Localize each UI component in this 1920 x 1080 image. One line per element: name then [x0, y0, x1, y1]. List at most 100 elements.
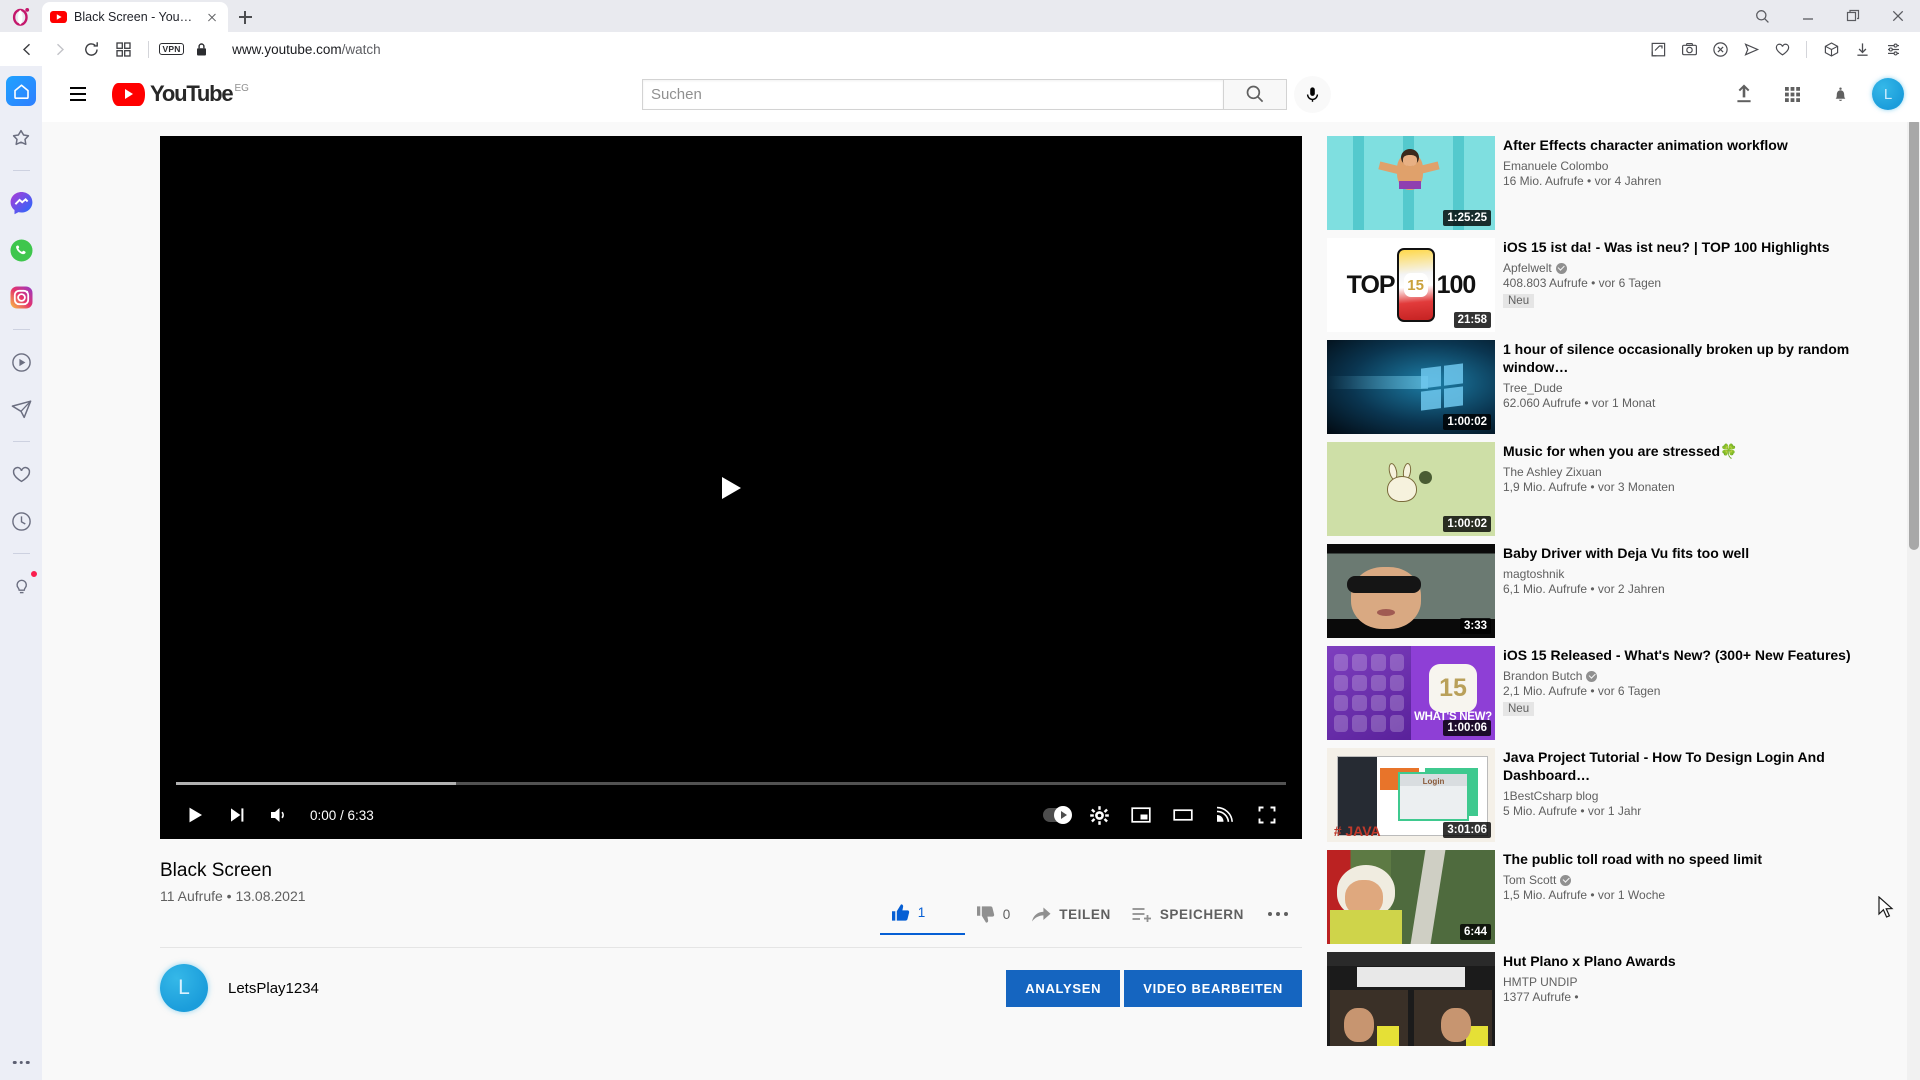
browser-tab[interactable]: Black Screen - YouTube: [42, 2, 228, 32]
sidebar-item-whatsapp[interactable]: [6, 235, 36, 265]
video-title: The public toll road with no speed limit: [1503, 851, 1763, 867]
adblock-shield-icon[interactable]: [1705, 35, 1735, 63]
list-item[interactable]: 1:00:02 1 hour of silence occasionally b…: [1327, 340, 1904, 434]
time-display: 0:00 / 6:33: [310, 807, 374, 823]
video-thumbnail[interactable]: 1:00:02: [1327, 340, 1495, 434]
list-item[interactable]: 3:33 Baby Driver with Deja Vu fits too w…: [1327, 544, 1904, 638]
gear-icon[interactable]: [1078, 794, 1120, 836]
crypto-wallet-icon[interactable]: [1816, 35, 1846, 63]
list-item[interactable]: Login # JAVA 3:01:06 Java Project Tutori…: [1327, 748, 1904, 842]
sidebar-item-instagram[interactable]: [6, 282, 36, 312]
list-item[interactable]: 1:00:02 Music for when you are stressed🍀…: [1327, 442, 1904, 536]
upload-icon[interactable]: [1724, 74, 1764, 114]
sidebar-item-messenger[interactable]: [6, 188, 36, 218]
play-icon[interactable]: [697, 463, 765, 512]
video-thumbnail[interactable]: 1:00:02: [1327, 442, 1495, 536]
tab-title: Black Screen - YouTube: [74, 10, 197, 24]
video-actions: 1 0 TEILEN SPEICHERN: [879, 888, 1302, 935]
restore-icon[interactable]: [1830, 0, 1875, 32]
dislike-button[interactable]: 0: [965, 895, 1021, 933]
duration-badge: 1:25:25: [1443, 210, 1491, 226]
primary-column: 0:00 / 6:33 Black Screen 11 Aufrufe • 13…: [42, 136, 1327, 1080]
back-arrow-icon[interactable]: [12, 35, 42, 63]
sidebar-item-speed-dial[interactable]: [6, 123, 36, 153]
youtube-logo[interactable]: YouTube EG: [112, 82, 249, 106]
like-button[interactable]: 1: [880, 893, 965, 931]
more-actions-button[interactable]: [1254, 895, 1302, 933]
progress-bar[interactable]: [176, 782, 1286, 785]
channel-name: Emanuele Colombo: [1503, 159, 1609, 173]
verified-icon: [1555, 262, 1567, 274]
analytics-button[interactable]: ANALYSEN: [1006, 969, 1121, 1007]
forward-arrow-icon[interactable]: [44, 35, 74, 63]
youtube-content: 0:00 / 6:33 Black Screen 11 Aufrufe • 13…: [42, 122, 1920, 1080]
scrollbar-thumb[interactable]: [1909, 118, 1919, 550]
next-track-button[interactable]: [216, 794, 258, 836]
list-item[interactable]: 6:44 The public toll road with no speed …: [1327, 850, 1904, 944]
sidebar-item-history[interactable]: [6, 506, 36, 536]
channel-avatar[interactable]: L: [160, 964, 208, 1012]
search-button[interactable]: [1222, 78, 1287, 110]
snapshot-icon[interactable]: [1643, 35, 1673, 63]
opera-logo-icon[interactable]: [0, 0, 42, 32]
search-area: [249, 75, 1724, 113]
video-player[interactable]: 0:00 / 6:33: [160, 136, 1302, 839]
search-icon[interactable]: [1740, 0, 1785, 32]
new-tab-button[interactable]: [228, 2, 262, 32]
volume-button[interactable]: [258, 794, 300, 836]
apps-grid-icon[interactable]: [1772, 74, 1812, 114]
video-thumbnail[interactable]: 3:33: [1327, 544, 1495, 638]
video-thumbnail[interactable]: [1327, 952, 1495, 1046]
list-item[interactable]: TOP 15 100 21:58 iOS 15 ist da! - Was is…: [1327, 238, 1904, 332]
duration-badge: 6:44: [1459, 924, 1491, 940]
microphone-icon[interactable]: [1293, 75, 1331, 113]
list-item[interactable]: 15 WHAT'S NEW? 1:00:06 iOS 15 Released -…: [1327, 646, 1904, 740]
close-icon[interactable]: [204, 9, 220, 25]
hamburger-icon[interactable]: [58, 74, 98, 114]
bell-icon[interactable]: [1820, 74, 1860, 114]
easy-setup-icon[interactable]: [1878, 35, 1908, 63]
vpn-badge[interactable]: VPN: [159, 42, 185, 56]
miniplayer-icon[interactable]: [1120, 794, 1162, 836]
camera-icon[interactable]: [1674, 35, 1704, 63]
fullscreen-icon[interactable]: [1246, 794, 1288, 836]
tile-grid-icon[interactable]: [108, 35, 138, 63]
share-button[interactable]: TEILEN: [1020, 895, 1121, 933]
save-label: SPEICHERN: [1159, 906, 1244, 922]
video-thumbnail[interactable]: 1:25:25: [1327, 136, 1495, 230]
theater-mode-icon[interactable]: [1162, 794, 1204, 836]
downloads-icon[interactable]: [1847, 35, 1877, 63]
sidebar-item-tips[interactable]: [6, 570, 38, 601]
channel-name: magtoshnik: [1503, 567, 1565, 581]
video-thumbnail[interactable]: TOP 15 100 21:58: [1327, 238, 1495, 332]
list-item[interactable]: Hut Plano x Plano Awards HMTP UNDIP 1377…: [1327, 952, 1904, 1046]
sidebar-item-player[interactable]: [6, 347, 36, 377]
video-thumbnail[interactable]: 15 WHAT'S NEW? 1:00:06: [1327, 646, 1495, 740]
save-button[interactable]: SPEICHERN: [1121, 895, 1254, 933]
duration-badge: 3:01:06: [1443, 822, 1491, 838]
search-input[interactable]: [641, 78, 1223, 110]
sidebar-item-favorites[interactable]: [6, 459, 36, 489]
reload-icon[interactable]: [76, 35, 106, 63]
list-item[interactable]: 1:25:25 After Effects character animatio…: [1327, 136, 1904, 230]
sidebar-item-home[interactable]: [6, 76, 36, 106]
autoplay-toggle[interactable]: [1036, 794, 1078, 836]
video-thumbnail[interactable]: 6:44: [1327, 850, 1495, 944]
minimize-icon[interactable]: [1785, 0, 1830, 32]
video-thumbnail[interactable]: Login # JAVA 3:01:06: [1327, 748, 1495, 842]
close-icon[interactable]: [1875, 0, 1920, 32]
address-bar[interactable]: www.youtube.com/watch: [218, 42, 1641, 57]
avatar[interactable]: L: [1872, 78, 1904, 110]
padlock-icon[interactable]: [186, 35, 216, 63]
sidebar-item-telegram[interactable]: [6, 394, 36, 424]
page-scrollbar[interactable]: [1907, 66, 1920, 1080]
channel-name[interactable]: LetsPlay1234: [228, 980, 319, 997]
cast-icon[interactable]: [1204, 794, 1246, 836]
page-title: Black Screen: [160, 860, 272, 881]
sidebar-more-button[interactable]: [12, 1060, 30, 1064]
send-to-icon[interactable]: [1736, 35, 1766, 63]
edit-video-button[interactable]: VIDEO BEARBEITEN: [1124, 969, 1302, 1007]
heart-icon[interactable]: [1767, 35, 1797, 63]
video-title: Hut Plano x Plano Awards: [1503, 953, 1676, 969]
play-button[interactable]: [174, 794, 216, 836]
